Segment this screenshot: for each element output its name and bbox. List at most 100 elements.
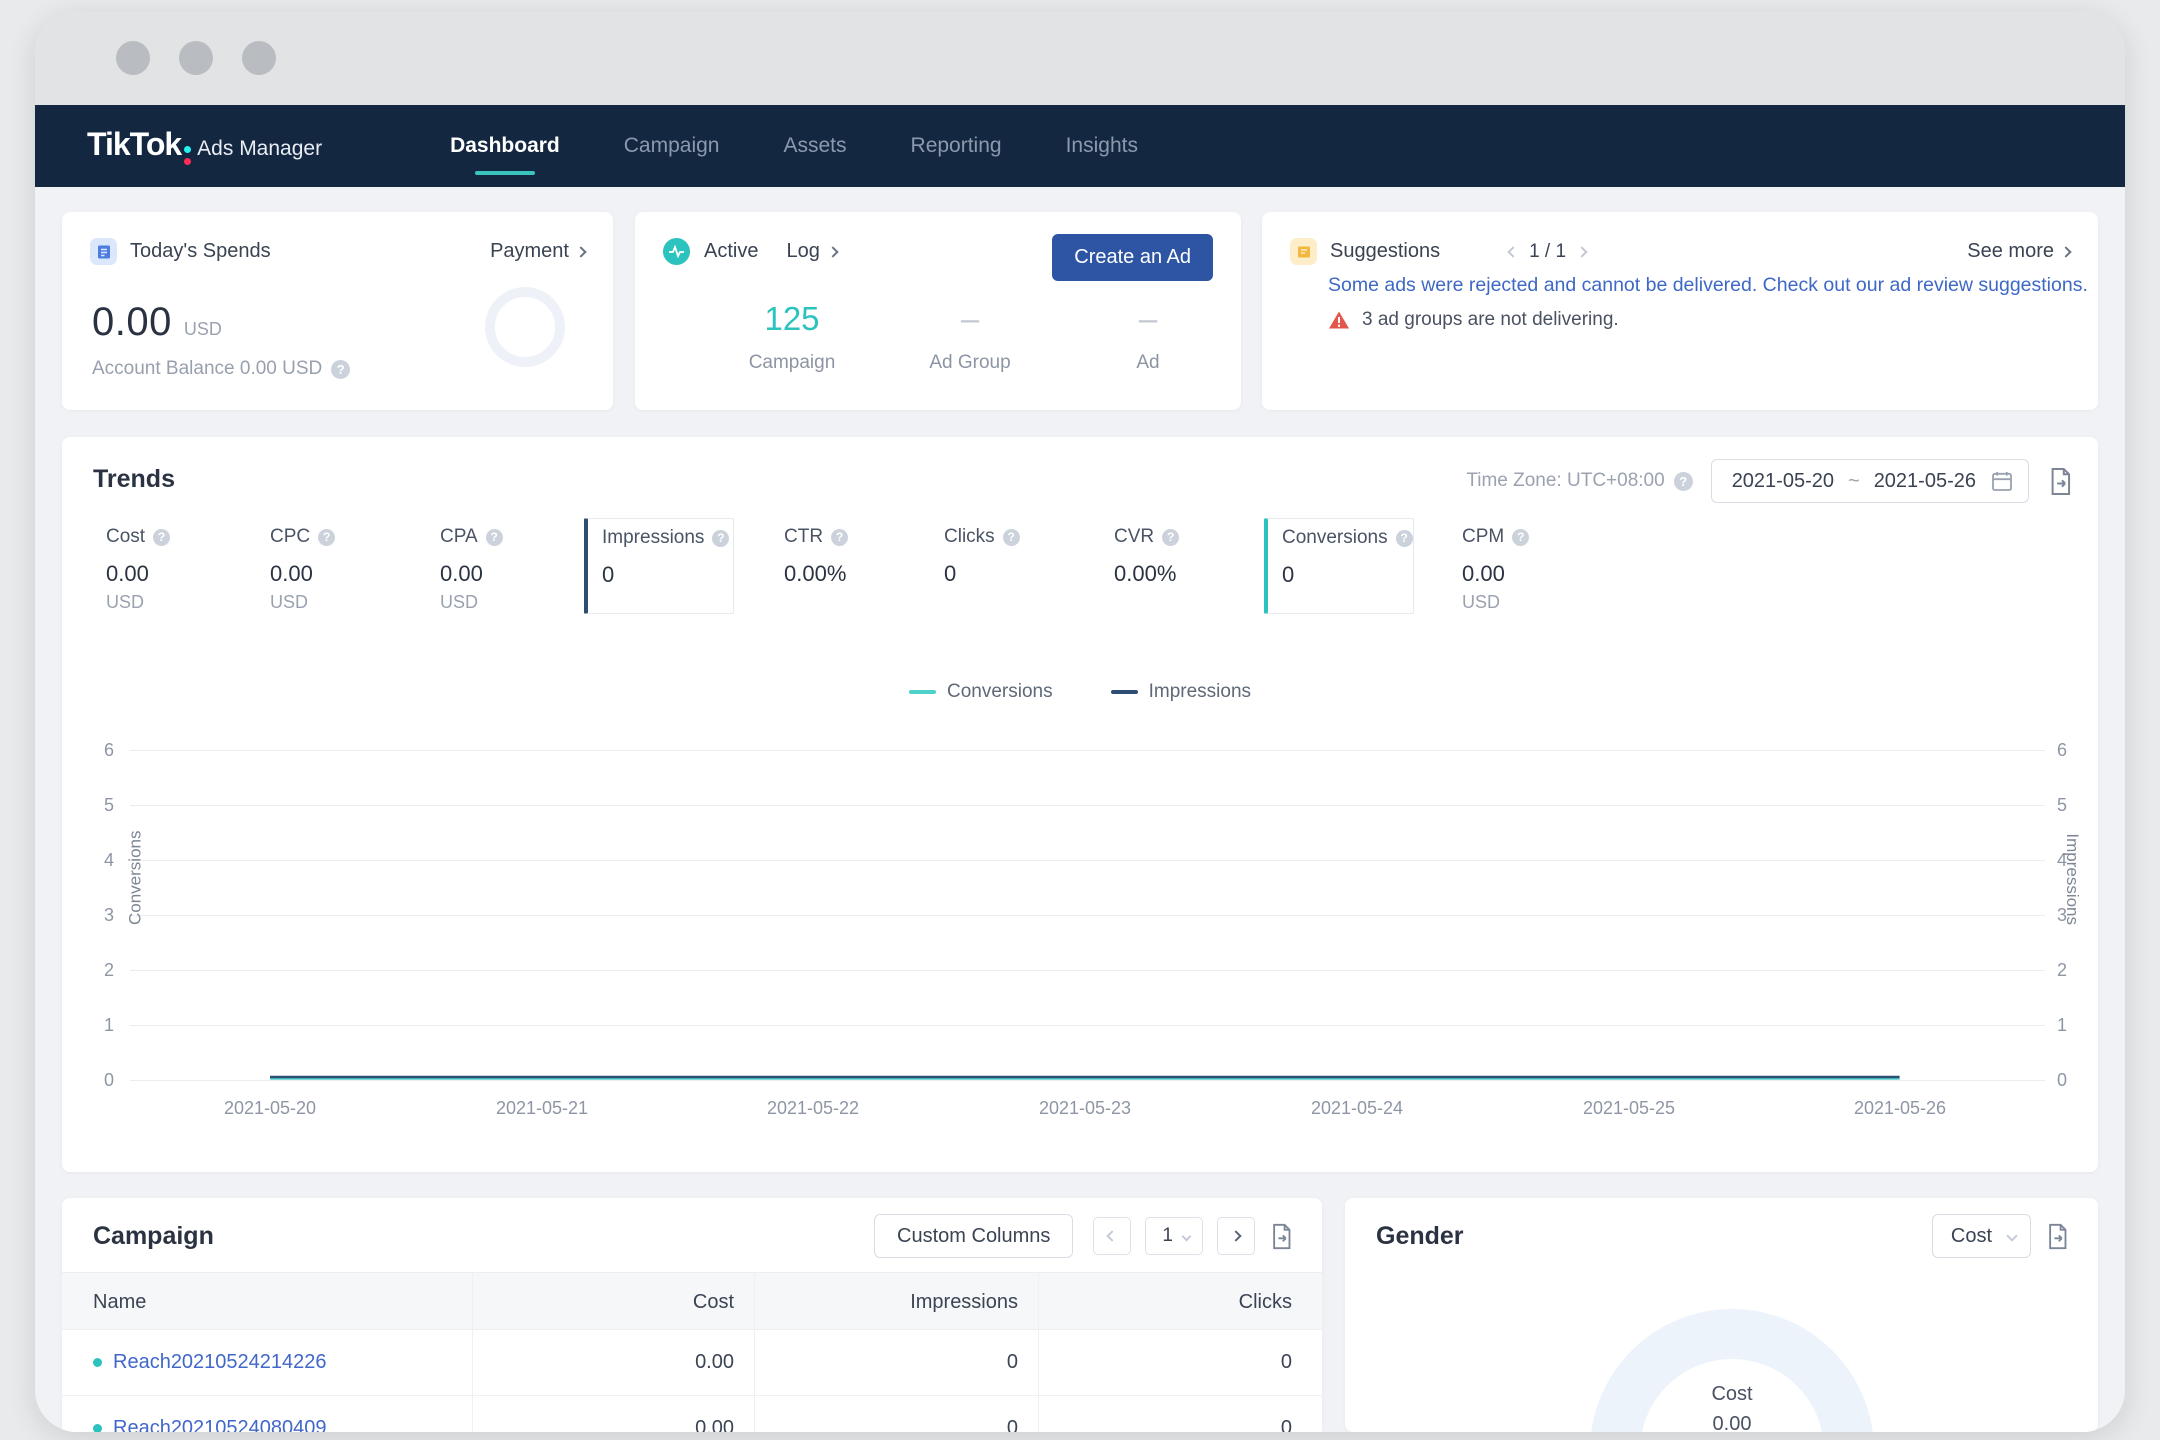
- y-axis-tick-left: 6: [103, 740, 114, 760]
- page-select[interactable]: 1: [1145, 1217, 1203, 1255]
- help-icon[interactable]: [331, 359, 351, 379]
- metric-cpa[interactable]: CPA 0.00 USD: [440, 518, 503, 614]
- window-control-dot[interactable]: [179, 41, 213, 75]
- metric-clicks[interactable]: Clicks 0: [944, 518, 1020, 614]
- help-icon[interactable]: [1673, 471, 1693, 491]
- cell-impressions: 0: [1006, 1417, 1018, 1432]
- metric-ctr[interactable]: CTR 0.00%: [784, 518, 849, 614]
- custom-columns-button[interactable]: Custom Columns: [874, 1214, 1074, 1258]
- browser-window: TikTok Ads Manager Dashboard Campaign As…: [35, 11, 2125, 1432]
- campaign-link[interactable]: Reach20210524080409: [113, 1417, 327, 1433]
- pager-prev-icon[interactable]: [1507, 245, 1519, 258]
- column-header-cost[interactable]: Cost: [472, 1273, 734, 1331]
- campaign-title: Campaign: [93, 1222, 214, 1250]
- y-axis-tick-right: 2: [2057, 960, 2068, 980]
- y-axis-tick-left: 3: [103, 905, 114, 925]
- page-prev-button[interactable]: [1093, 1217, 1132, 1255]
- help-icon[interactable]: [1512, 528, 1530, 546]
- column-divider: [472, 1272, 473, 1432]
- table-row: Reach20210524080409 0.00 0 0: [62, 1395, 1322, 1432]
- gender-metric-select[interactable]: Cost: [1931, 1214, 2031, 1258]
- column-header-name[interactable]: Name: [93, 1273, 146, 1331]
- help-icon[interactable]: [1395, 529, 1413, 547]
- brand-suffix: Ads Manager: [197, 136, 323, 160]
- nav-item-dashboard[interactable]: Dashboard: [418, 105, 592, 187]
- top-navigation: TikTok Ads Manager Dashboard Campaign As…: [35, 105, 2125, 187]
- column-header-clicks[interactable]: Clicks: [1038, 1273, 1292, 1331]
- tiktok-colon-icon: [184, 145, 192, 165]
- y-axis-tick-right: 0: [2057, 1070, 2068, 1090]
- window-control-dot[interactable]: [116, 41, 150, 75]
- window-control-dot[interactable]: [242, 41, 276, 75]
- x-axis-label: 2021-05-23: [1038, 1098, 1132, 1118]
- suggestions-icon: [1290, 238, 1317, 265]
- help-icon[interactable]: [318, 528, 336, 546]
- help-icon[interactable]: [831, 528, 849, 546]
- trends-panel: Trends Time Zone: UTC+08:00 2021-05-20 ~…: [62, 437, 2098, 1172]
- spends-donut-chart: [485, 287, 565, 367]
- conversions-dash-icon: [908, 690, 936, 694]
- timezone-label: Time Zone: UTC+08:00: [1466, 470, 1693, 492]
- export-report-icon[interactable]: [2047, 467, 2074, 496]
- metric-cpc[interactable]: CPC 0.00 USD: [270, 518, 336, 614]
- date-range-picker[interactable]: 2021-05-20 ~ 2021-05-26: [1710, 459, 2029, 503]
- y-axis-tick-right: 1: [2057, 1015, 2068, 1035]
- brand-text: TikTok: [87, 125, 182, 162]
- y-axis-tick-left: 4: [103, 850, 114, 870]
- nav-item-assets[interactable]: Assets: [752, 105, 879, 187]
- payment-link[interactable]: Payment: [490, 240, 587, 263]
- column-header-impressions[interactable]: Impressions: [754, 1273, 1018, 1331]
- suggestions-pager: 1 / 1: [1507, 241, 1588, 263]
- help-icon[interactable]: [485, 528, 503, 546]
- metric-cvr[interactable]: CVR 0.00%: [1114, 518, 1180, 614]
- help-icon[interactable]: [1162, 528, 1180, 546]
- metric-conversions-selected[interactable]: Conversions 0: [1264, 518, 1414, 614]
- chart-legend: Conversions Impressions: [62, 681, 2098, 703]
- stat-campaign[interactable]: 125 Campaign: [703, 300, 881, 374]
- export-table-icon[interactable]: [1269, 1223, 1294, 1250]
- y-axis-tick-left: 0: [103, 1070, 114, 1090]
- see-more-link[interactable]: See more: [1967, 240, 2072, 263]
- status-label: Active: [704, 240, 759, 262]
- x-axis-label: 2021-05-26: [1853, 1098, 1947, 1118]
- export-gender-icon[interactable]: [2045, 1223, 2070, 1250]
- page-next-button[interactable]: [1217, 1217, 1255, 1255]
- x-axis-label: 2021-05-21: [495, 1098, 589, 1118]
- column-divider: [754, 1272, 755, 1432]
- rejected-ads-message[interactable]: Some ads were rejected and cannot be del…: [1328, 274, 2088, 297]
- legend-conversions[interactable]: Conversions: [908, 681, 1053, 703]
- donut-center-label: Cost 0.00 USD: [1711, 1383, 1753, 1432]
- warning-icon: [1329, 311, 1349, 329]
- help-icon[interactable]: [1002, 528, 1020, 546]
- cell-impressions: 0: [1006, 1351, 1018, 1373]
- nav-item-reporting[interactable]: Reporting: [879, 105, 1034, 187]
- campaign-link[interactable]: Reach20210524214226: [113, 1351, 327, 1374]
- legend-impressions[interactable]: Impressions: [1110, 681, 1251, 703]
- metric-cpm[interactable]: CPM 0.00 USD: [1462, 518, 1530, 614]
- help-icon[interactable]: [712, 529, 730, 547]
- trends-title: Trends: [93, 465, 175, 493]
- window-titlebar: [35, 11, 2125, 105]
- gender-card: Gender Cost Cost 0.00 USD: [1345, 1198, 2098, 1432]
- gender-title: Gender: [1376, 1222, 1464, 1250]
- pager-next-icon[interactable]: [1576, 245, 1588, 258]
- tiktok-logo: TikTok Ads Manager: [87, 126, 322, 167]
- metric-cost[interactable]: Cost 0.00 USD: [106, 518, 171, 614]
- nav-item-campaign[interactable]: Campaign: [592, 105, 752, 187]
- stat-ad-group[interactable]: – Ad Group: [881, 300, 1059, 374]
- impressions-dash-icon: [1110, 690, 1138, 694]
- suggestions-title: Suggestions: [1330, 240, 1441, 262]
- status-stats: 125 Campaign – Ad Group – Ad: [703, 300, 1237, 374]
- x-axis-label: 2021-05-20: [223, 1098, 317, 1118]
- log-link[interactable]: Log: [786, 240, 839, 263]
- y-axis-tick-right: 5: [2057, 795, 2068, 815]
- cell-clicks: 0: [1280, 1351, 1292, 1373]
- nav-menu: Dashboard Campaign Assets Reporting Insi…: [418, 105, 1170, 187]
- stat-ad[interactable]: – Ad: [1059, 300, 1237, 374]
- status-dot-icon: [93, 1423, 102, 1432]
- help-icon[interactable]: [153, 528, 171, 546]
- nav-item-insights[interactable]: Insights: [1034, 105, 1170, 187]
- metric-impressions-selected[interactable]: Impressions 0: [584, 518, 734, 614]
- create-ad-button[interactable]: Create an Ad: [1052, 234, 1213, 281]
- suggestions-card: Suggestions 1 / 1 See more Some ads were…: [1262, 212, 2098, 410]
